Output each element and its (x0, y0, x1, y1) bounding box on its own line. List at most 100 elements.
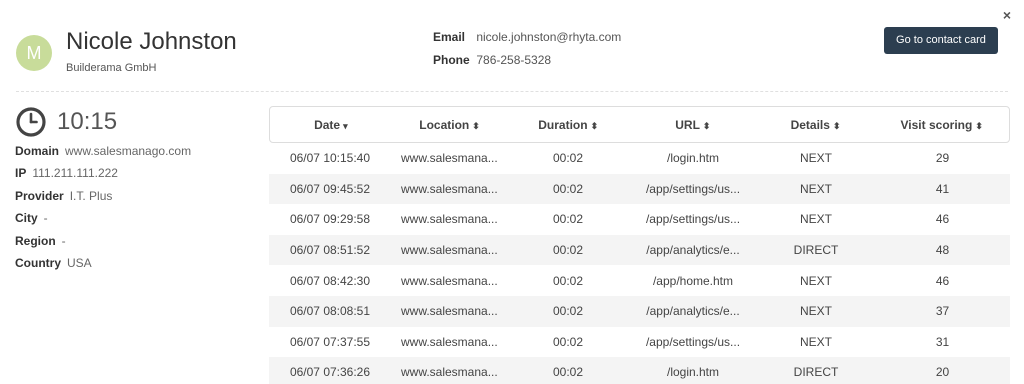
sort-icon[interactable]: ⬍ (591, 121, 599, 131)
visit-time: 10:15 (57, 108, 118, 135)
table-cell: /app/home.htm (652, 273, 734, 288)
table-cell: NEXT (799, 273, 832, 288)
table-row[interactable]: 06/07 10:15:40 www.salesmana... 00:02/logi… (269, 143, 1010, 174)
column-header-visit-scoring[interactable]: Visit scoring ⬍ (874, 118, 1009, 132)
contact-name: Nicole Johnston (66, 28, 237, 55)
table-cell: /app/settings/us... (645, 212, 741, 227)
sort-icon[interactable]: ⬍ (472, 121, 480, 131)
info-row-city: City - (15, 211, 255, 233)
table-cell: /app/settings/us... (645, 334, 741, 349)
table-cell: 00:02 (552, 181, 584, 196)
table-cell: NEXT (799, 151, 832, 166)
email-row: Email nicole.johnston@rhyta.com (433, 30, 621, 53)
info-label: Country (15, 255, 61, 270)
table-cell: 06/07 08:42:30 (289, 273, 371, 288)
table-cell: 29 (935, 151, 950, 166)
phone-label: Phone (433, 53, 470, 67)
info-label: Provider (15, 188, 64, 203)
info-row-ip: IP 111.211.111.222 (15, 166, 255, 188)
table-cell: DIRECT (793, 243, 839, 258)
table-cell: /login.htm (666, 151, 720, 166)
table-cell: www.salesmana... (401, 334, 498, 349)
table-cell: NEXT (799, 304, 832, 319)
table-cell: www.salesmana... (401, 181, 498, 196)
column-header-date[interactable]: Date ▾ (270, 118, 392, 132)
table-cell: 00:02 (552, 304, 584, 319)
table-row[interactable]: 06/07 08:42:30 www.salesmana... 00:02/app/… (269, 265, 1010, 296)
clock-icon (16, 107, 46, 137)
table-cell: DIRECT (793, 365, 839, 380)
column-header-location[interactable]: Location ⬍ (392, 118, 508, 132)
table-cell: NEXT (799, 212, 832, 227)
info-label: Region (15, 233, 56, 248)
table-row[interactable]: 06/07 08:51:52 www.salesmana... 00:02/app/… (269, 234, 1010, 266)
table-cell: 06/07 08:08:51 (289, 304, 371, 319)
table-cell: 00:02 (552, 151, 584, 166)
info-value: - (61, 233, 66, 248)
table-cell: 06/07 10:15:40 (289, 151, 371, 166)
contact-company: Builderama GmbH (66, 62, 157, 74)
table-cell: www.salesmana... (401, 212, 498, 227)
info-value: USA (67, 255, 92, 270)
table-header: Date ▾ Location ⬍ Duration ⬍ URL ⬍ Details ⬍ Visit… (269, 106, 1010, 143)
table-row[interactable]: 06/07 08:08:51 www.salesmana... 00:02/app/… (269, 295, 1010, 327)
info-row-region: Region - (15, 234, 255, 256)
info-value: www.salesmanago.com (65, 144, 192, 158)
table-cell: 00:02 (552, 334, 584, 349)
table-row[interactable]: 06/07 07:37:55 www.salesmana... 00:02/app/… (269, 327, 1010, 358)
email-label: Email (433, 30, 466, 44)
column-header-label: Location (419, 117, 470, 132)
info-row-provider: Provider I.T. Plus (15, 189, 255, 211)
column-header-label: Duration (538, 117, 588, 132)
column-header-url[interactable]: URL ⬍ (629, 118, 757, 132)
table-cell: www.salesmana... (401, 365, 498, 380)
column-header-duration[interactable]: Duration ⬍ (507, 118, 629, 132)
table-cell: 48 (935, 243, 950, 258)
info-value: 111.211.111.222 (32, 166, 118, 181)
contact-details: Email nicole.johnston@rhyta.com Phone 78… (433, 30, 621, 76)
divider (16, 91, 1008, 92)
column-header-label: Date (314, 117, 341, 132)
info-value: I.T. Plus (69, 188, 113, 203)
table-cell: 37 (935, 304, 950, 319)
table-cell: /app/analytics/e... (646, 243, 740, 258)
sort-icon[interactable]: ▾ (343, 121, 348, 131)
table-cell: 06/07 07:36:26 (289, 365, 371, 380)
table-cell: 46 (935, 212, 950, 227)
visit-fields: Domain www.salesmanago.com IP 111.211.111.2… (15, 144, 255, 278)
table-cell: 00:02 (552, 243, 584, 258)
info-label: City (15, 211, 38, 226)
table-cell: 06/07 09:45:52 (289, 181, 371, 196)
table-cell: /login.htm (666, 365, 720, 380)
table-cell: 31 (935, 334, 950, 349)
email-value: nicole.johnston@rhyta.com (476, 30, 622, 44)
avatar: M (16, 35, 52, 71)
phone-value: 786-258-5328 (476, 53, 552, 67)
table-row[interactable]: 06/07 09:29:58 www.salesmana... 00:02/app/… (269, 204, 1010, 235)
table-cell: 20 (935, 365, 950, 380)
column-header-details[interactable]: Details ⬍ (757, 118, 875, 132)
column-header-label: Visit scoring (900, 117, 973, 132)
table-cell: 41 (935, 181, 950, 196)
close-icon[interactable]: × (1000, 8, 1014, 22)
table-cell: 06/07 07:37:55 (289, 334, 371, 349)
table-cell: www.salesmana... (401, 243, 498, 258)
info-row-domain: Domain www.salesmanago.com (15, 144, 255, 166)
table-row[interactable]: 06/07 07:36:26 www.salesmana... 00:02/logi… (269, 357, 1010, 384)
table-cell: NEXT (799, 334, 832, 349)
table-cell: www.salesmana... (401, 304, 498, 319)
info-row-country: Country USA (15, 256, 255, 278)
table-cell: 00:02 (552, 273, 584, 288)
sort-icon[interactable]: ⬍ (833, 121, 841, 131)
table-cell: www.salesmana... (401, 151, 498, 166)
visit-time-row: 10:15 (15, 104, 255, 140)
sort-icon[interactable]: ⬍ (703, 121, 711, 131)
phone-row: Phone 786-258-5328 (433, 53, 621, 76)
column-header-label: Details (790, 117, 830, 132)
table-row[interactable]: 06/07 09:45:52 www.salesmana... 00:02/app/… (269, 173, 1010, 205)
visit-info-panel: 10:15 Domain www.salesmanago.com IP 111.211… (15, 104, 255, 278)
go-to-contact-card-button[interactable]: Go to contact card (884, 27, 998, 54)
column-header-label: URL (675, 117, 700, 132)
sort-icon[interactable]: ⬍ (975, 121, 983, 131)
table-cell: 00:02 (552, 212, 584, 227)
